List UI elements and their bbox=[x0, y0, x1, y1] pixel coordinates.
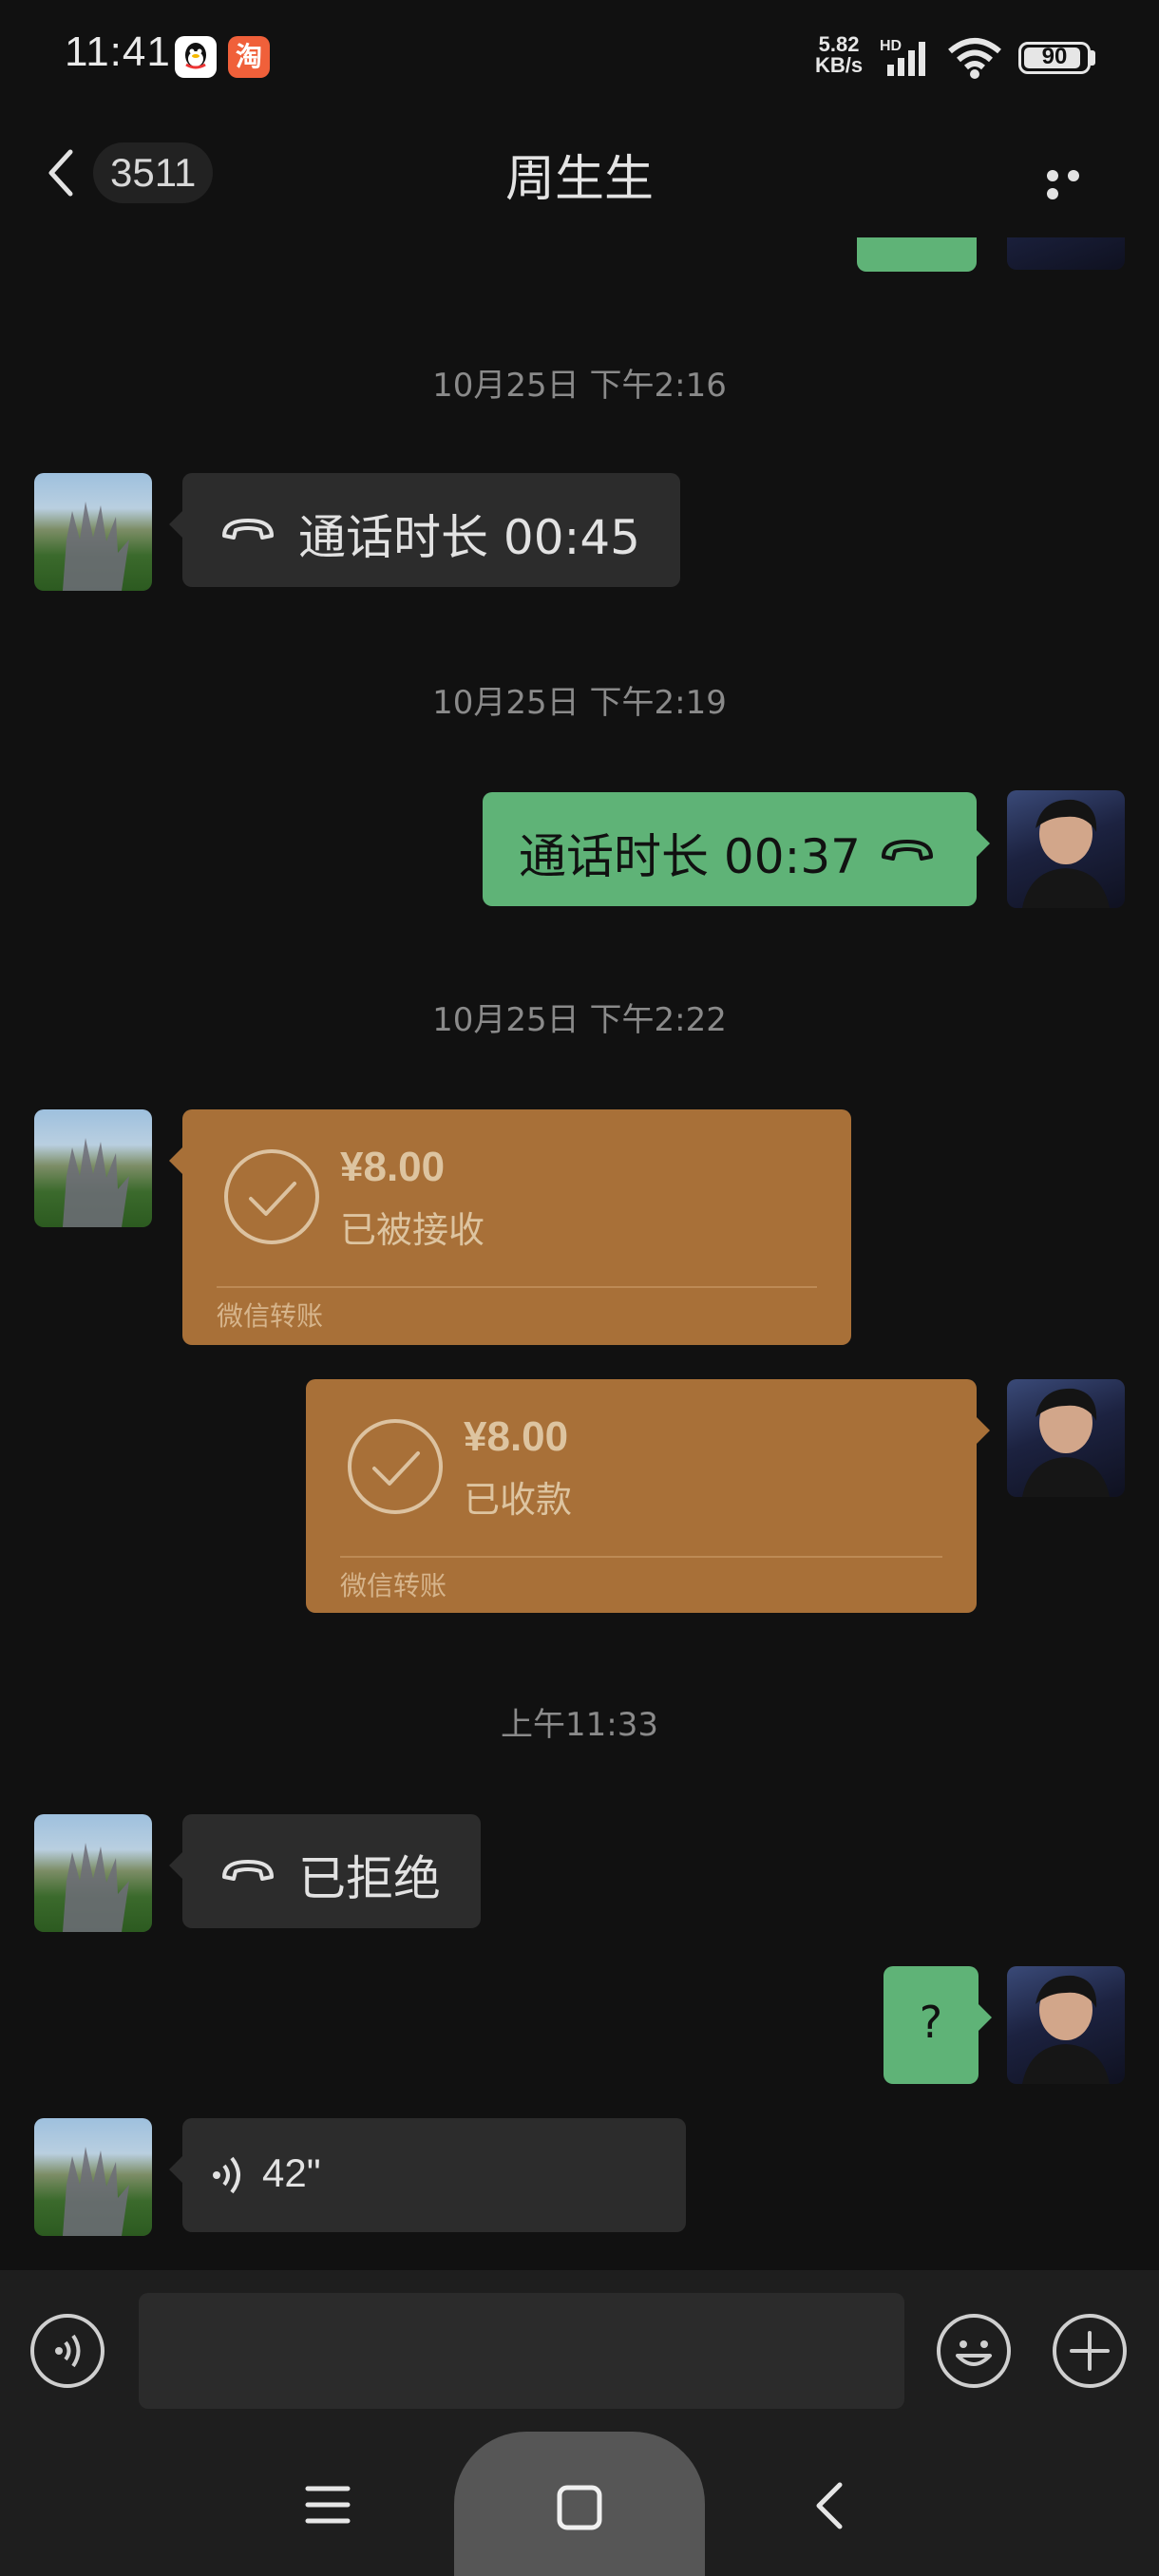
text-message-bubble[interactable]: ? bbox=[884, 1966, 992, 2084]
battery-level: 90 bbox=[1041, 44, 1068, 69]
call-duration-text: 通话时长 00:45 bbox=[298, 510, 640, 565]
phone-hangup-icon bbox=[222, 1860, 274, 1881]
plus-icon bbox=[1070, 2331, 1110, 2371]
voice-icon bbox=[55, 2334, 81, 2368]
phone-hangup-icon bbox=[222, 519, 274, 540]
transfer-divider bbox=[217, 1286, 817, 1288]
cellular-signal-icon bbox=[887, 42, 925, 76]
contact-avatar[interactable] bbox=[34, 1109, 152, 1227]
menu-icon[interactable] bbox=[304, 2483, 352, 2527]
network-speed-value: 5.82 bbox=[818, 32, 860, 56]
battery-icon: 90 bbox=[1018, 42, 1091, 74]
message-timestamp: 10月25日 下午2:19 bbox=[432, 684, 727, 722]
chat-message-list[interactable]: 10月25日 下午2:16 通话时长 00:45 10月25日 下午2:19 通… bbox=[0, 237, 1159, 2270]
status-time: 11:41 bbox=[65, 28, 171, 75]
transfer-divider bbox=[340, 1556, 942, 1558]
transfer-status: 已收款 bbox=[464, 1479, 573, 1521]
message-timestamp: 上午11:33 bbox=[501, 1706, 658, 1744]
my-avatar[interactable] bbox=[1007, 237, 1125, 270]
wifi-icon bbox=[948, 38, 1001, 79]
chat-title: 周生生 bbox=[504, 151, 654, 208]
voice-icon bbox=[213, 2156, 240, 2194]
transfer-bubble[interactable]: ¥8.00 已收款 微信转账 bbox=[306, 1379, 990, 1613]
taobao-app-icon: 淘 bbox=[228, 36, 270, 78]
network-speed-unit: KB/s bbox=[815, 53, 864, 77]
nav-back-icon[interactable] bbox=[809, 2479, 847, 2532]
message-text: ? bbox=[919, 1997, 943, 2048]
transfer-amount: ¥8.00 bbox=[464, 1413, 569, 1460]
call-status-text: 已拒绝 bbox=[298, 1851, 441, 1906]
qq-app-icon bbox=[175, 36, 217, 78]
my-avatar[interactable] bbox=[1007, 1966, 1125, 2084]
home-icon bbox=[557, 2485, 602, 2530]
transfer-amount: ¥8.00 bbox=[340, 1144, 446, 1190]
call-record-bubble[interactable]: 通话时长 00:37 bbox=[483, 792, 990, 906]
voice-message-bubble[interactable]: 42" bbox=[169, 2118, 686, 2232]
battery-cap bbox=[1091, 50, 1095, 66]
my-avatar[interactable] bbox=[1007, 1379, 1125, 1497]
network-speed: 5.82 KB/s bbox=[815, 34, 863, 76]
check-circle-icon bbox=[348, 1419, 443, 1514]
contact-avatar[interactable] bbox=[34, 2118, 152, 2236]
transfer-label: 微信转账 bbox=[340, 1570, 447, 1601]
my-avatar[interactable] bbox=[1007, 790, 1125, 908]
emoji-icon bbox=[956, 2340, 992, 2366]
voice-duration: 42" bbox=[262, 2150, 321, 2195]
voice-input-button[interactable] bbox=[30, 2314, 104, 2388]
call-record-bubble[interactable]: 已拒绝 bbox=[169, 1814, 481, 1928]
transfer-bubble[interactable]: ¥8.00 已被接收 微信转账 bbox=[169, 1109, 851, 1345]
contact-avatar[interactable] bbox=[34, 473, 152, 591]
transfer-status: 已被接收 bbox=[340, 1209, 485, 1251]
emoji-button[interactable] bbox=[937, 2314, 1011, 2388]
call-duration-text: 通话时长 00:37 bbox=[519, 829, 861, 884]
contact-avatar[interactable] bbox=[34, 1814, 152, 1932]
transfer-label: 微信转账 bbox=[217, 1300, 324, 1332]
call-record-bubble[interactable]: 通话时长 00:45 bbox=[169, 473, 680, 587]
partial-message-bubble[interactable] bbox=[857, 237, 977, 272]
message-timestamp: 10月25日 下午2:16 bbox=[432, 367, 727, 405]
home-button[interactable] bbox=[454, 2432, 705, 2576]
message-input[interactable] bbox=[139, 2293, 904, 2409]
message-timestamp: 10月25日 下午2:22 bbox=[432, 1001, 727, 1039]
check-circle-icon bbox=[224, 1149, 319, 1244]
phone-hangup-icon bbox=[882, 840, 933, 861]
more-functions-button[interactable] bbox=[1053, 2314, 1127, 2388]
more-icon[interactable] bbox=[1047, 167, 1104, 199]
